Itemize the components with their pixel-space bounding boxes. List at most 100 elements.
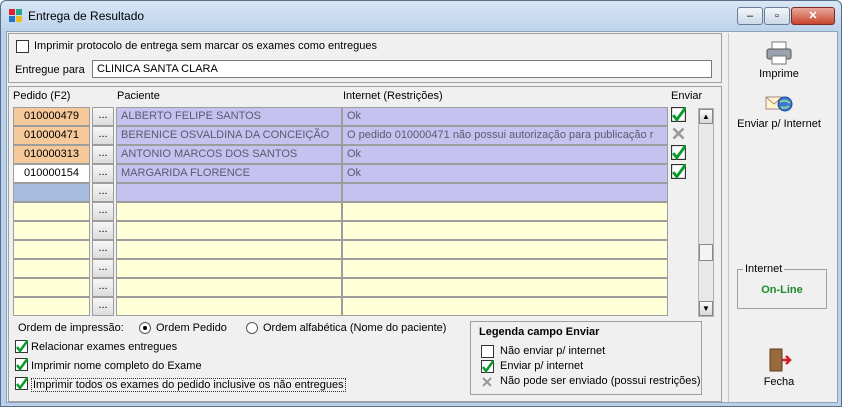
internet-cell[interactable]: O pedido 010000471 não possui autorizaçã… — [342, 126, 668, 145]
ordem-pedido-label: Ordem Pedido — [156, 322, 227, 334]
lookup-button[interactable]: ... — [92, 126, 114, 145]
paciente-cell[interactable]: ALBERTO FELIPE SANTOS — [116, 107, 342, 126]
pedido-cell[interactable] — [13, 278, 90, 297]
close-button[interactable]: ✕ — [791, 7, 835, 25]
paciente-cell[interactable] — [116, 259, 342, 278]
paciente-cell[interactable] — [116, 240, 342, 259]
table-row[interactable]: 010000471... BERENICE OSVALDINA DA CONCEI… — [13, 126, 685, 145]
lookup-button[interactable]: ... — [92, 164, 114, 183]
pedido-cell[interactable]: 010000313 — [13, 145, 90, 164]
minimize-button[interactable]: ‒ — [737, 7, 763, 25]
enviar-x-icon[interactable] — [671, 126, 689, 145]
legend-nao-pode-label: Não pode ser enviado (possui restrições) — [500, 375, 701, 387]
ordem-alfabetica-radio[interactable] — [246, 322, 258, 334]
window-title: Entrega de Resultado — [28, 9, 145, 23]
lookup-button[interactable]: ... — [92, 183, 114, 202]
internet-cell[interactable] — [342, 278, 668, 297]
print-protocol-checkbox[interactable] — [16, 40, 29, 53]
paciente-cell[interactable] — [116, 202, 342, 221]
window: Entrega de Resultado ‒ ▫ ✕ Imprimir prot… — [0, 0, 842, 407]
todos-label: Imprimir todos os exames do pedido inclu… — [31, 378, 346, 392]
internet-cell[interactable] — [342, 183, 668, 202]
pedido-cell[interactable]: 010000154 — [13, 164, 90, 183]
internet-cell[interactable]: Ok — [342, 145, 668, 164]
internet-cell[interactable]: Ok — [342, 107, 668, 126]
internet-group-label: Internet — [743, 263, 785, 275]
nome-completo-checkbox-icon[interactable] — [15, 358, 28, 371]
lookup-button[interactable]: ... — [92, 259, 114, 278]
enviar-internet-label: Enviar p/ Internet — [737, 118, 821, 130]
entregue-para-input[interactable]: CLINICA SANTA CLARA — [92, 60, 712, 78]
table-row[interactable]: ... — [13, 183, 675, 202]
entregue-para-label: Entregue para — [15, 64, 85, 76]
enviar-check-icon[interactable] — [671, 164, 689, 183]
pedido-cell[interactable]: 010000471 — [13, 126, 90, 145]
ordem-pedido-radio[interactable] — [139, 322, 151, 334]
email-globe-icon — [765, 96, 793, 112]
scroll-thumb[interactable] — [699, 244, 713, 261]
paciente-cell[interactable] — [116, 278, 342, 297]
pedido-cell[interactable] — [13, 297, 90, 316]
pedido-cell[interactable] — [13, 221, 90, 240]
lookup-button[interactable]: ... — [92, 202, 114, 221]
header-internet: Internet (Restrições) — [343, 90, 443, 102]
enviar-check-icon[interactable] — [671, 107, 689, 126]
legend-enviar-label: Enviar p/ internet — [500, 360, 584, 372]
imprime-button[interactable]: Imprime — [729, 41, 829, 87]
paciente-cell[interactable]: BERENICE OSVALDINA DA CONCEIÇÃO — [116, 126, 342, 145]
internet-cell[interactable]: Ok — [342, 164, 668, 183]
pedido-cell[interactable] — [13, 259, 90, 278]
internet-group: Internet On-Line — [737, 263, 827, 309]
legend-title: Legenda campo Enviar — [479, 326, 600, 338]
table-row[interactable]: ... — [13, 278, 675, 297]
legend-enviar-icon — [481, 360, 494, 373]
internet-cell[interactable] — [342, 202, 668, 221]
imprime-label: Imprime — [759, 68, 799, 80]
paciente-cell[interactable]: ANTONIO MARCOS DOS SANTOS — [116, 145, 342, 164]
pedido-cell[interactable]: 010000479 — [13, 107, 90, 126]
internet-cell[interactable] — [342, 221, 668, 240]
client-area: Imprimir protocolo de entrega sem marcar… — [6, 31, 838, 403]
paciente-cell[interactable]: MARGARIDA FLORENCE — [116, 164, 342, 183]
paciente-cell[interactable] — [116, 183, 342, 202]
scroll-down-button[interactable]: ▼ — [699, 301, 713, 316]
lookup-button[interactable]: ... — [92, 297, 114, 316]
pedido-cell[interactable] — [13, 183, 90, 202]
table-row[interactable]: ... — [13, 240, 675, 259]
table-row[interactable]: 010000313... ANTONIO MARCOS DOS SANTOS Ok — [13, 145, 688, 164]
table-row[interactable]: ... — [13, 259, 675, 278]
todos-checkbox-icon[interactable] — [15, 377, 28, 390]
internet-cell[interactable] — [342, 297, 668, 316]
ordem-alfabetica-label: Ordem alfabética (Nome do paciente) — [263, 322, 447, 334]
header-enviar: Enviar — [671, 90, 703, 102]
paciente-cell[interactable] — [116, 221, 342, 240]
lookup-button[interactable]: ... — [92, 107, 114, 126]
internet-cell[interactable] — [342, 259, 668, 278]
table-row[interactable]: ... — [13, 202, 675, 221]
relacionar-label: Relacionar exames entregues — [31, 341, 178, 353]
internet-cell[interactable] — [342, 240, 668, 259]
pedido-cell[interactable] — [13, 240, 90, 259]
header-paciente: Paciente — [117, 90, 160, 102]
table-row[interactable]: ... — [13, 297, 675, 316]
maximize-button[interactable]: ▫ — [764, 7, 790, 25]
enviar-internet-button[interactable]: Enviar p/ Internet — [729, 93, 829, 139]
lookup-button[interactable]: ... — [92, 145, 114, 164]
relacionar-checkbox-icon[interactable] — [15, 340, 28, 353]
lookup-button[interactable]: ... — [92, 221, 114, 240]
table-row[interactable]: ... — [13, 221, 675, 240]
grid-scrollbar[interactable]: ▲ ▼ — [698, 108, 714, 317]
fecha-button[interactable]: Fecha — [729, 347, 829, 393]
table-row[interactable]: 010000479... ALBERTO FELIPE SANTOS Ok — [13, 107, 688, 126]
pedido-cell[interactable] — [13, 202, 90, 221]
table-row[interactable]: 010000154... MARGARIDA FLORENCE Ok — [13, 164, 688, 183]
enviar-check-icon[interactable] — [671, 145, 689, 164]
exit-door-icon — [769, 348, 792, 372]
lookup-button[interactable]: ... — [92, 278, 114, 297]
title-bar: Entrega de Resultado ‒ ▫ ✕ — [1, 1, 841, 31]
paciente-cell[interactable] — [116, 297, 342, 316]
scroll-up-button[interactable]: ▲ — [699, 109, 713, 124]
legend-nao-enviar-label: Não enviar p/ internet — [500, 345, 606, 357]
lookup-button[interactable]: ... — [92, 240, 114, 259]
header-pedido: Pedido (F2) — [13, 90, 71, 102]
